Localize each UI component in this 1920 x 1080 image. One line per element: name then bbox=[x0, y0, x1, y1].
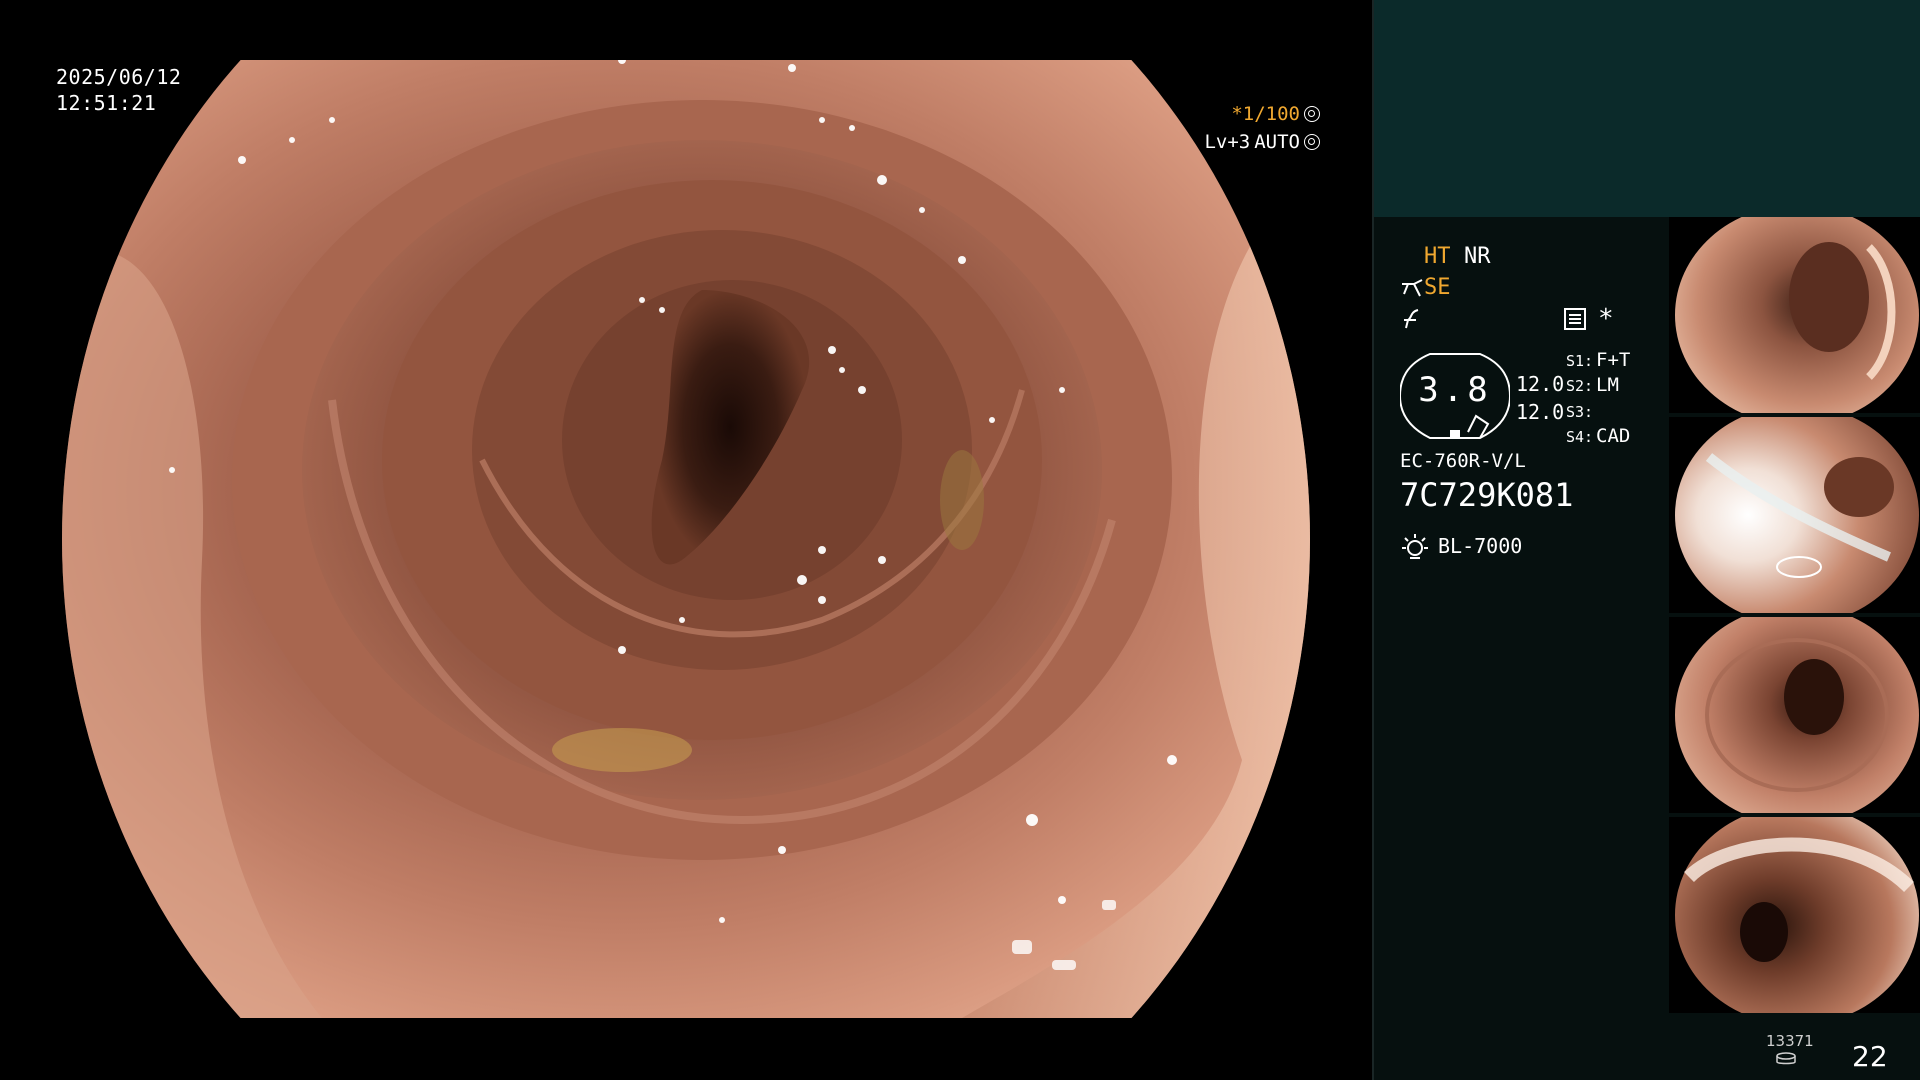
zoom-ratio: *1/100 bbox=[1231, 103, 1300, 125]
gauge-side-value-1: 12.0 bbox=[1516, 372, 1565, 396]
exposure-overlay: *1/100 Lv+3 AUTO bbox=[1160, 100, 1320, 156]
date-text: 2025/06/12 bbox=[56, 65, 182, 89]
s1-value: F+T bbox=[1596, 349, 1631, 371]
asterisk-indicator: * bbox=[1598, 304, 1614, 334]
thumbnail-3[interactable] bbox=[1669, 617, 1920, 813]
s2-value: LM bbox=[1596, 374, 1619, 396]
scissors-icon bbox=[1402, 279, 1423, 297]
mode-icon bbox=[1304, 134, 1320, 150]
endoscope-live-view bbox=[62, 60, 1310, 1018]
datetime-display: 2025/06/12 12:51:21 bbox=[56, 64, 181, 116]
image-count: 13371 bbox=[1766, 1032, 1814, 1050]
light-source-icon bbox=[1402, 534, 1428, 559]
scope-model: EC-760R-V/L bbox=[1400, 450, 1526, 472]
scope-serial: 7C729K081 bbox=[1400, 476, 1574, 514]
storage-icon bbox=[1776, 1052, 1796, 1065]
s3-label: S3: bbox=[1566, 403, 1594, 421]
thumbnail-1[interactable] bbox=[1669, 217, 1920, 413]
s4-label: S4: bbox=[1566, 428, 1594, 446]
thumbnail-2[interactable] bbox=[1669, 417, 1920, 613]
thumbnail-3-image bbox=[1669, 617, 1920, 813]
insufflation-gauge: 3.8 bbox=[1398, 352, 1512, 440]
se-indicator: SE bbox=[1424, 275, 1451, 300]
time-text: 12:51:21 bbox=[56, 91, 157, 115]
s4-value: CAD bbox=[1596, 425, 1631, 447]
page-number: 22 bbox=[1852, 1040, 1888, 1073]
s2-label: S2: bbox=[1566, 377, 1594, 395]
settings-icon bbox=[1564, 308, 1586, 330]
gauge-side-value-2: 12.0 bbox=[1516, 400, 1565, 424]
aperture-icon bbox=[1304, 106, 1320, 122]
nr-indicator: NR bbox=[1464, 244, 1491, 269]
auto-mode: AUTO bbox=[1254, 131, 1300, 153]
endoscope-image bbox=[62, 60, 1310, 1018]
s1-label: S1: bbox=[1566, 352, 1594, 370]
thumbnail-1-image bbox=[1669, 217, 1920, 413]
brightness-level: Lv+3 bbox=[1204, 131, 1251, 153]
ht-indicator: HT bbox=[1424, 244, 1451, 269]
panel-header bbox=[1374, 0, 1920, 217]
enhance-icon bbox=[1404, 309, 1419, 329]
thumbnail-2-image bbox=[1669, 417, 1920, 613]
light-source-model: BL-7000 bbox=[1438, 534, 1523, 558]
thumbnail-4-image bbox=[1669, 817, 1920, 1013]
thumbnail-4[interactable] bbox=[1669, 817, 1920, 1013]
endoscopy-screen: 2025/06/12 12:51:21 *1/100 Lv+3 AUTO HT … bbox=[0, 0, 1920, 1080]
gauge-value: 3.8 bbox=[1418, 370, 1492, 410]
